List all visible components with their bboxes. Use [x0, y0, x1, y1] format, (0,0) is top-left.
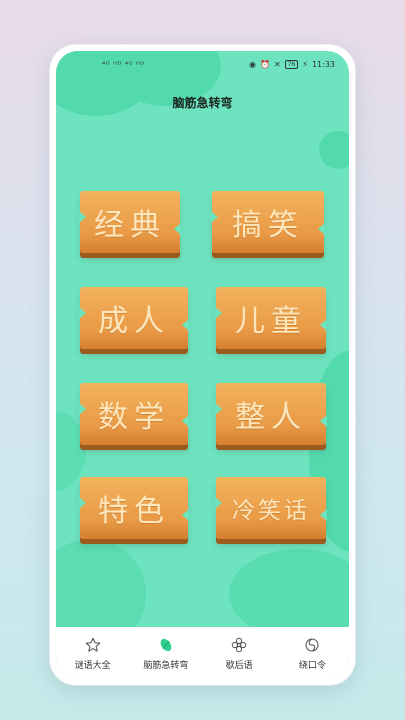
tab-tongue-twisters[interactable]: 绕口令 [276, 627, 349, 679]
tab-label: 谜语大全 [74, 660, 111, 671]
battery-icon: 76 [284, 60, 299, 69]
charging-icon: ⚡ [302, 60, 308, 69]
category-funny[interactable]: 搞笑 [211, 191, 325, 253]
alarm-icon: ⏰ [260, 60, 270, 69]
category-label: 成人 [98, 304, 170, 339]
tab-label: 绕口令 [298, 660, 326, 671]
tab-riddles[interactable]: 谜语大全 [56, 627, 129, 679]
mute-icon: ✕ [273, 60, 281, 69]
category-label: 整人 [235, 400, 307, 435]
signal-indicator: ⁴ᴳ ᴴᴰ ⁴ᴳ ᴴᴰ [102, 60, 145, 69]
category-adult[interactable]: 成人 [79, 287, 189, 349]
decor-blob [229, 549, 349, 639]
flower-icon [231, 637, 247, 652]
category-label: 搞笑 [232, 208, 304, 243]
app-screen: ⁴ᴳ ᴴᴰ ⁴ᴳ ᴴᴰ ◉ ⏰ ✕ 76 ⚡ 11:33 脑筋急转弯 经典 搞笑 [56, 51, 349, 679]
decor-blob [319, 131, 349, 169]
tab-label: 脑筋急转弯 [143, 660, 189, 671]
tab-brain-teasers[interactable]: 脑筋急转弯 [129, 627, 202, 679]
category-children[interactable]: 儿童 [215, 287, 327, 349]
category-label: 冷笑话 [232, 498, 310, 524]
status-bar: ⁴ᴳ ᴴᴰ ⁴ᴳ ᴴᴰ ◉ ⏰ ✕ 76 ⚡ 11:33 [56, 51, 349, 81]
background: ⁴ᴳ ᴴᴰ ⁴ᴳ ᴴᴰ ◉ ⏰ ✕ 76 ⚡ 11:33 脑筋急转弯 经典 搞笑 [0, 0, 405, 720]
tab-label: 歇后语 [225, 660, 253, 671]
clock: 11:33 [311, 60, 335, 69]
status-right: ◉ ⏰ ✕ 76 ⚡ 11:33 [249, 60, 335, 69]
tab-xiehouyu[interactable]: 歇后语 [203, 627, 276, 679]
category-math[interactable]: 数学 [79, 383, 189, 445]
swirl-icon [305, 637, 319, 652]
leaf-icon [160, 638, 172, 651]
category-special[interactable]: 特色 [79, 477, 189, 539]
star-icon [85, 637, 100, 652]
category-label: 儿童 [235, 304, 307, 339]
category-cold-jokes[interactable]: 冷笑话 [215, 477, 327, 539]
category-label: 特色 [98, 494, 170, 529]
category-classic[interactable]: 经典 [79, 191, 181, 253]
page-title: 脑筋急转弯 [172, 96, 233, 110]
category-label: 经典 [94, 208, 166, 243]
category-label: 数学 [98, 400, 170, 435]
phone-frame: ⁴ᴳ ᴴᴰ ⁴ᴳ ᴴᴰ ◉ ⏰ ✕ 76 ⚡ 11:33 脑筋急转弯 经典 搞笑 [50, 45, 355, 685]
bottom-tab-bar: 谜语大全 脑筋急转弯 歇后语 绕口令 [56, 627, 349, 679]
eye-icon: ◉ [249, 60, 256, 69]
category-prank[interactable]: 整人 [215, 383, 327, 445]
